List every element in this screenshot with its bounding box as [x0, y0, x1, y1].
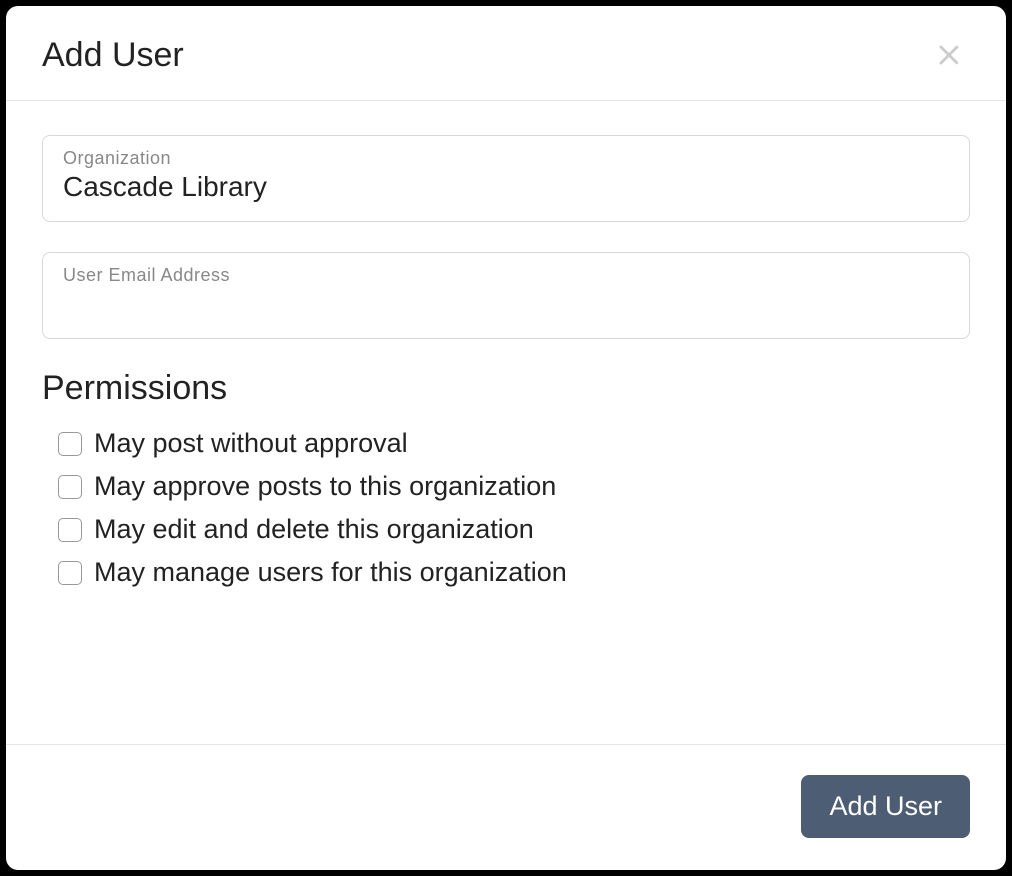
permission-row-approve: May approve posts to this organization: [42, 465, 970, 508]
permission-row-post: May post without approval: [42, 422, 970, 465]
close-button[interactable]: [928, 34, 970, 76]
email-input[interactable]: [63, 288, 949, 324]
permission-label-manage[interactable]: May manage users for this organization: [94, 557, 567, 588]
permission-checkbox-edit[interactable]: [58, 518, 82, 542]
permission-checkbox-approve[interactable]: [58, 475, 82, 499]
modal-body: Organization Cascade Library User Email …: [6, 101, 1006, 744]
organization-label: Organization: [63, 148, 949, 169]
modal-header: Add User: [6, 6, 1006, 101]
permissions-heading: Permissions: [42, 369, 970, 408]
permission-row-edit: May edit and delete this organization: [42, 508, 970, 551]
permission-row-manage: May manage users for this organization: [42, 551, 970, 594]
email-label: User Email Address: [63, 265, 949, 286]
permission-label-edit[interactable]: May edit and delete this organization: [94, 514, 534, 545]
modal-footer: Add User: [6, 744, 1006, 870]
organization-value: Cascade Library: [63, 171, 949, 207]
email-field-wrapper: User Email Address: [42, 252, 970, 339]
add-user-button[interactable]: Add User: [801, 775, 970, 838]
close-icon: [932, 38, 966, 72]
add-user-modal: Add User Organization Cascade Library Us…: [6, 6, 1006, 870]
organization-field[interactable]: Organization Cascade Library: [42, 135, 970, 222]
permission-label-approve[interactable]: May approve posts to this organization: [94, 471, 556, 502]
permission-checkbox-manage[interactable]: [58, 561, 82, 585]
permission-label-post[interactable]: May post without approval: [94, 428, 408, 459]
modal-title: Add User: [42, 36, 184, 75]
permission-checkbox-post[interactable]: [58, 432, 82, 456]
